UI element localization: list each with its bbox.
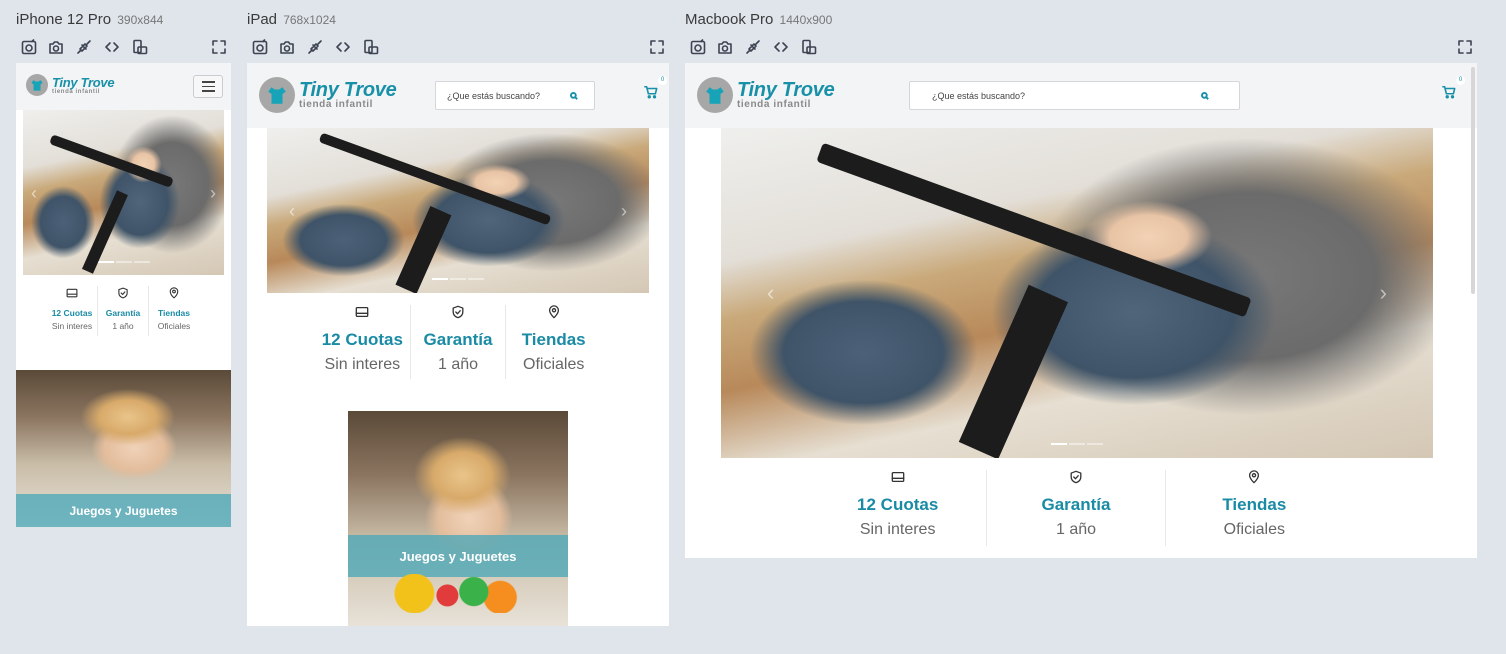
carousel-dot[interactable] [468,278,484,280]
credit-card-icon [66,286,78,304]
cart-count: 0 [1456,76,1465,85]
site-header: Tiny Trove tienda infantil [16,63,231,110]
search-input[interactable]: ¿Que estás buscando? [909,81,1240,110]
logo-baby-icon [259,77,295,113]
features-strip: 12 Cuotas Sin interes Garantía 1 año Tie… [315,305,601,379]
carousel-dot[interactable] [450,278,466,280]
page-scrollbar[interactable] [1471,67,1475,294]
feature-cuotas: 12 Cuotas Sin interes [315,305,411,379]
carousel-dot[interactable] [1069,443,1085,445]
device-title-iphone: iPhone 12 Pro 390x844 [16,11,164,28]
screenshot-camera-icon[interactable] [47,38,65,56]
map-pin-icon [1247,470,1261,489]
hero-carousel[interactable]: ‹ › [267,128,649,293]
cart-icon [644,85,658,99]
carousel-dot[interactable] [1087,443,1103,445]
logo-baby-icon [26,74,48,96]
feature-garantia: Garantía 1 año [98,286,149,336]
feature-tiendas: Tiendas Oficiales [149,286,199,336]
site-header: Tiny Trove tienda infantil ¿Que estás bu… [247,63,669,128]
features-strip: 12 Cuotas Sin interes Garantía 1 año Tie… [47,286,199,336]
screenshot-camera-icon[interactable] [716,38,734,56]
cart-button[interactable]: 0 [1442,76,1465,101]
carousel-prev-icon[interactable]: ‹ [31,184,37,202]
credit-card-icon [891,470,905,489]
carousel-prev-icon[interactable]: ‹ [767,282,774,304]
logo-main-text: Tiny Trove [299,79,397,101]
rotate-device-icon[interactable] [800,38,818,56]
site-header: Tiny Trove tienda infantil ¿Que estás bu… [685,63,1477,128]
cart-button[interactable]: 0 [644,76,667,101]
carousel-next-icon[interactable]: › [1380,282,1387,304]
logo-baby-icon [697,77,733,113]
logo-sub-text: tienda infantil [737,99,811,110]
feature-cuotas: 12 Cuotas Sin interes [47,286,98,336]
carousel-indicators [1051,443,1103,445]
iphone-viewport: Tiny Trove tienda infantil ‹ › 12 Cuotas… [16,63,231,527]
shield-check-icon [1069,470,1083,489]
site-logo[interactable]: Tiny Trove tienda infantil [697,77,835,113]
fullscreen-icon[interactable] [1456,38,1474,56]
link-plug-icon[interactable] [744,38,762,56]
carousel-next-icon[interactable]: › [621,202,627,220]
fullscreen-icon[interactable] [210,38,228,56]
carousel-prev-icon[interactable]: ‹ [289,202,295,220]
feature-garantia: Garantía 1 año [411,305,507,379]
logo-sub-text: tienda infantil [299,99,373,110]
search-icon[interactable] [567,89,581,103]
carousel-dot[interactable] [1051,443,1067,445]
shield-check-icon [451,305,465,324]
device-title-ipad: iPad 768x1024 [247,11,336,28]
carousel-next-icon[interactable]: › [210,184,216,202]
feature-tiendas: Tiendas Oficiales [1166,470,1343,546]
carousel-dot[interactable] [133,261,150,263]
rotate-device-icon[interactable] [131,38,149,56]
hero-carousel[interactable]: ‹ › [23,110,224,275]
macbook-viewport: Tiny Trove tienda infantil ¿Que estás bu… [685,63,1477,558]
feature-tiendas: Tiendas Oficiales [506,305,601,379]
carousel-indicators [97,261,150,263]
category-card[interactable]: Juegos y Juguetes [16,370,231,527]
category-card[interactable]: Juegos y Juguetes [348,411,568,626]
search-icon[interactable] [1198,89,1212,103]
menu-toggle-button[interactable] [193,75,223,98]
ipad-viewport: Tiny Trove tienda infantil ¿Que estás bu… [247,63,669,626]
logo-main-text: Tiny Trove [737,79,835,101]
code-icon[interactable] [103,38,121,56]
site-logo[interactable]: Tiny Trove tienda infantil [26,74,115,96]
feature-cuotas: 12 Cuotas Sin interes [809,470,988,546]
link-plug-icon[interactable] [75,38,93,56]
search-input[interactable]: ¿Que estás buscando? [435,81,595,110]
code-icon[interactable] [334,38,352,56]
instagram-camera-icon[interactable] [251,38,269,56]
fullscreen-icon[interactable] [648,38,666,56]
cart-count: 0 [658,76,667,85]
device-title-macbook: Macbook Pro 1440x900 [685,11,833,28]
code-icon[interactable] [772,38,790,56]
screenshot-camera-icon[interactable] [278,38,296,56]
instagram-camera-icon[interactable] [20,38,38,56]
site-logo[interactable]: Tiny Trove tienda infantil [259,77,397,113]
map-pin-icon [547,305,561,324]
credit-card-icon [355,305,369,324]
toys-image [387,574,520,614]
carousel-dot[interactable] [115,261,132,263]
shield-check-icon [117,286,129,304]
instagram-camera-icon[interactable] [689,38,707,56]
carousel-indicators [432,278,484,280]
rotate-device-icon[interactable] [362,38,380,56]
cart-icon [1442,85,1456,99]
features-strip: 12 Cuotas Sin interes Garantía 1 año Tie… [809,470,1343,546]
feature-garantia: Garantía 1 año [987,470,1166,546]
link-plug-icon[interactable] [306,38,324,56]
hero-carousel[interactable]: ‹ › [721,128,1433,458]
map-pin-icon [168,286,180,304]
carousel-dot[interactable] [432,278,448,280]
category-label[interactable]: Juegos y Juguetes [348,535,568,577]
logo-main-text: Tiny Trove [52,74,115,90]
carousel-dot[interactable] [97,261,114,263]
category-label[interactable]: Juegos y Juguetes [16,494,231,527]
